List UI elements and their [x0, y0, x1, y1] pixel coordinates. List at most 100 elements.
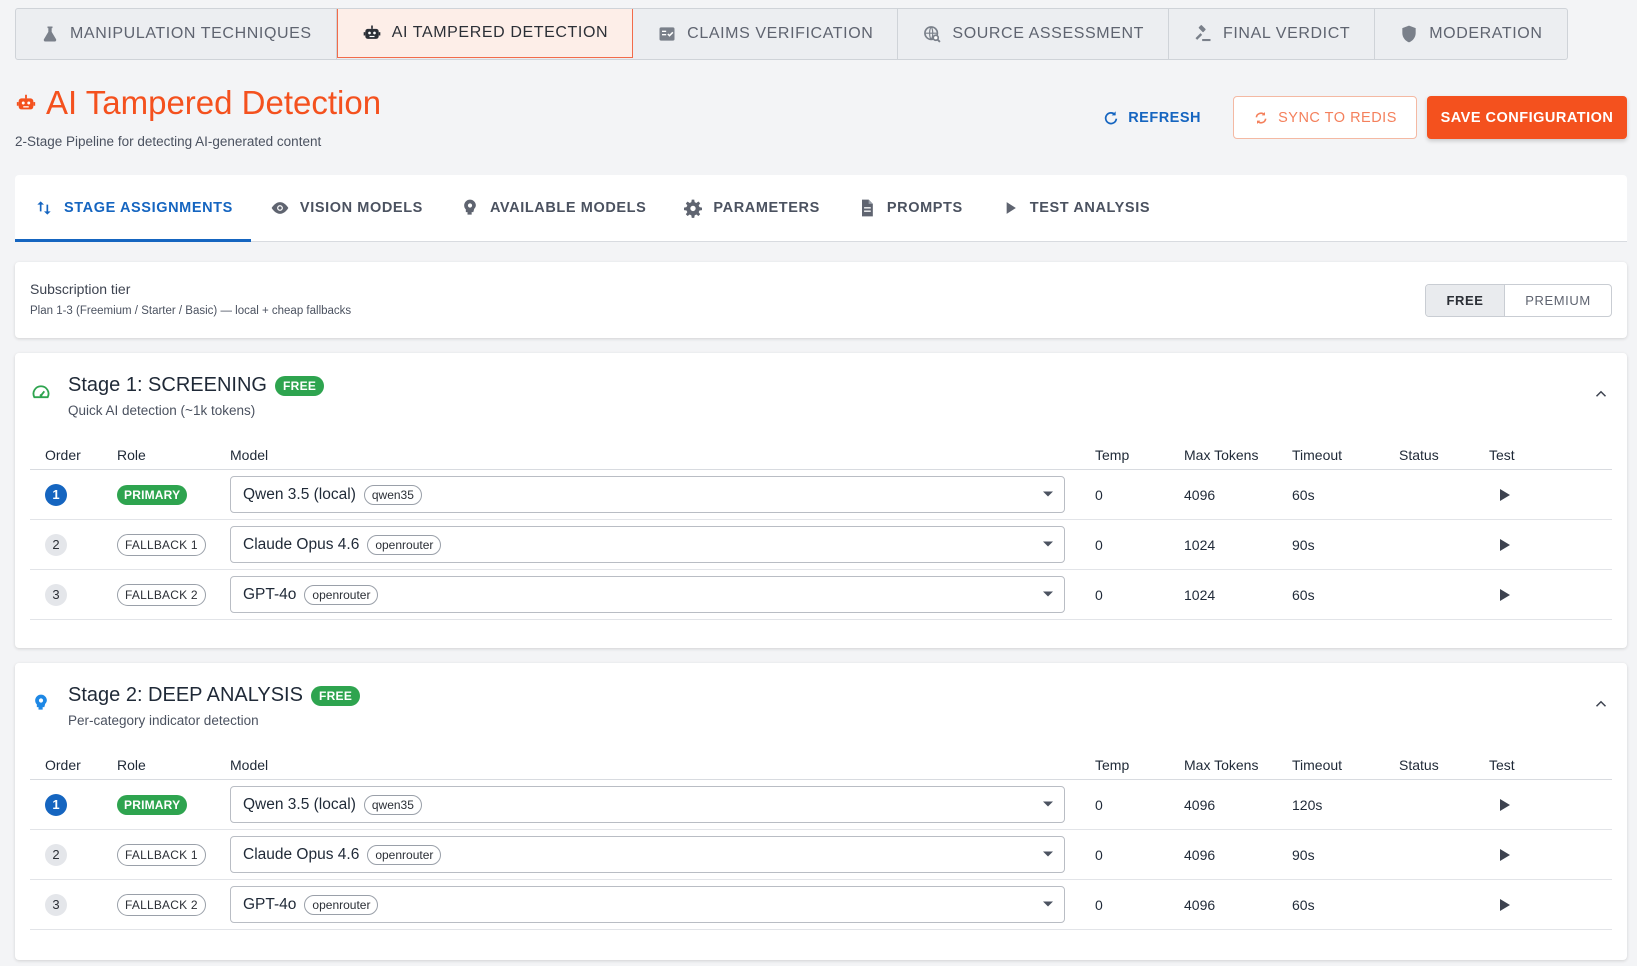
max-tokens-value: 4096 — [1184, 846, 1216, 863]
role-chip: FALLBACK 2 — [117, 583, 206, 606]
model-select[interactable]: Qwen 3.5 (local) qwen35 — [230, 786, 1065, 823]
category-tabs: MANIPULATION TECHNIQUES AI TAMPERED DETE… — [15, 8, 1568, 60]
document-icon — [857, 198, 877, 218]
stage-table: Order Role Model Temp Max Tokens Timeout… — [30, 750, 1612, 930]
tier-premium-option[interactable]: PREMIUM — [1505, 285, 1611, 316]
model-select[interactable]: Qwen 3.5 (local) qwen35 — [230, 476, 1065, 513]
tab-vision-models[interactable]: VISION MODELS — [251, 175, 441, 241]
tab-label: AVAILABLE MODELS — [489, 200, 647, 216]
eye-icon — [270, 198, 290, 218]
caret-down-icon — [1042, 800, 1054, 808]
play-icon[interactable] — [1498, 798, 1512, 812]
tab-moderation[interactable]: MODERATION — [1375, 9, 1566, 59]
stage-title: Stage 2: DEEP ANALYSIS FREE — [68, 684, 361, 707]
tier-badge: FREE — [310, 685, 361, 706]
play-icon[interactable] — [1498, 898, 1512, 912]
order-number: 1 — [45, 793, 67, 816]
caret-down-icon — [1042, 490, 1054, 498]
tab-test-analysis[interactable]: TEST ANALYSIS — [981, 175, 1168, 241]
column-header-test: Test — [1489, 447, 1515, 463]
sub-tabs: STAGE ASSIGNMENTS VISION MODELS AVAILABL… — [15, 175, 1627, 242]
save-configuration-button[interactable]: SAVE CONFIGURATION — [1427, 96, 1627, 139]
tier-free-option[interactable]: FREE — [1426, 285, 1505, 316]
flask-icon — [40, 24, 60, 44]
provider-chip: openrouter — [367, 844, 442, 865]
play-icon[interactable] — [1498, 488, 1512, 502]
tab-manipulation-techniques[interactable]: MANIPULATION TECHNIQUES — [16, 9, 337, 59]
tab-label: VISION MODELS — [299, 200, 423, 216]
column-header-max-tokens: Max Tokens — [1184, 757, 1259, 773]
play-icon[interactable] — [1498, 848, 1512, 862]
timeout-value: 120s — [1292, 796, 1323, 813]
max-tokens-value: 1024 — [1184, 586, 1216, 603]
role-chip: FALLBACK 1 — [117, 843, 206, 866]
subscription-tier-label: Subscription tier — [30, 281, 131, 297]
play-icon[interactable] — [1498, 588, 1512, 602]
refresh-button[interactable]: REFRESH — [1087, 96, 1223, 139]
column-header-order: Order — [45, 757, 81, 773]
model-select[interactable]: GPT-4o openrouter — [230, 886, 1065, 923]
table-row: 1 PRIMARY Qwen 3.5 (local) qwen35 0 4096… — [30, 470, 1612, 520]
temp-value: 0 — [1095, 536, 1103, 553]
column-header-model: Model — [230, 447, 269, 463]
provider-chip: openrouter — [367, 534, 442, 555]
model-select[interactable]: Claude Opus 4.6 openrouter — [230, 836, 1065, 873]
tab-label: MANIPULATION TECHNIQUES — [70, 25, 312, 42]
tab-label: TEST ANALYSIS — [1029, 200, 1151, 216]
refresh-label: REFRESH — [1128, 109, 1201, 126]
tab-ai-tampered-detection[interactable]: AI TAMPERED DETECTION — [336, 9, 634, 58]
page-subtitle: 2-Stage Pipeline for detecting AI-genera… — [15, 134, 322, 149]
max-tokens-value: 4096 — [1184, 796, 1216, 813]
tier-toggle: FREE PREMIUM — [1425, 284, 1612, 317]
role-chip: FALLBACK 1 — [117, 533, 206, 556]
temp-value: 0 — [1095, 486, 1103, 503]
tab-label: SOURCE ASSESSMENT — [952, 25, 1144, 42]
timeout-value: 90s — [1292, 846, 1315, 863]
chevron-up-icon[interactable] — [1592, 385, 1610, 403]
column-header-model: Model — [230, 757, 269, 773]
table-row: 2 FALLBACK 1 Claude Opus 4.6 openrouter … — [30, 830, 1612, 880]
column-header-test: Test — [1489, 757, 1515, 773]
tab-stage-assignments[interactable]: STAGE ASSIGNMENTS — [15, 175, 251, 242]
gavel-icon — [1193, 24, 1213, 44]
order-number: 2 — [45, 533, 67, 556]
column-header-role: Role — [117, 447, 146, 463]
tab-available-models[interactable]: AVAILABLE MODELS — [441, 175, 664, 241]
stage-subtitle: Quick AI detection (~1k tokens) — [68, 403, 256, 418]
stage-title: Stage 1: SCREENING FREE — [68, 374, 325, 397]
column-header-role: Role — [117, 757, 146, 773]
column-header-timeout: Timeout — [1292, 447, 1343, 463]
tab-label: CLAIMS VERIFICATION — [687, 25, 874, 42]
save-label: SAVE CONFIGURATION — [1440, 109, 1614, 126]
column-header-order: Order — [45, 447, 81, 463]
timeout-value: 60s — [1292, 586, 1315, 603]
caret-down-icon — [1042, 900, 1054, 908]
temp-value: 0 — [1095, 796, 1103, 813]
order-number: 2 — [45, 843, 67, 866]
globe-search-icon — [922, 24, 942, 44]
role-chip: FALLBACK 2 — [117, 893, 206, 916]
tab-final-verdict[interactable]: FINAL VERDICT — [1169, 9, 1376, 59]
subscription-tier-description: Plan 1-3 (Freemium / Starter / Basic) — … — [30, 305, 352, 317]
table-row: 1 PRIMARY Qwen 3.5 (local) qwen35 0 4096… — [30, 780, 1612, 830]
swap-vertical-icon — [34, 198, 54, 218]
model-select[interactable]: GPT-4o openrouter — [230, 576, 1065, 613]
tab-label: FINAL VERDICT — [1223, 25, 1351, 42]
chevron-up-icon[interactable] — [1592, 695, 1610, 713]
tab-source-assessment[interactable]: SOURCE ASSESSMENT — [898, 9, 1169, 59]
play-icon[interactable] — [1498, 538, 1512, 552]
tab-prompts[interactable]: PROMPTS — [838, 175, 981, 241]
model-select[interactable]: Claude Opus 4.6 openrouter — [230, 526, 1065, 563]
tab-parameters[interactable]: PARAMETERS — [664, 175, 837, 241]
robot-icon — [15, 92, 37, 114]
header-actions: REFRESH SYNC TO REDIS SAVE CONFIGURATION — [1087, 96, 1627, 139]
stage-card-screening: Stage 1: SCREENING FREE Quick AI detecti… — [15, 353, 1627, 648]
sync-to-redis-button[interactable]: SYNC TO REDIS — [1233, 96, 1417, 139]
stage-title-text: Stage 2: DEEP ANALYSIS — [68, 684, 303, 706]
sync-label: SYNC TO REDIS — [1278, 109, 1397, 126]
provider-chip: qwen35 — [363, 484, 422, 505]
model-name: GPT-4o — [243, 895, 297, 913]
stage-table: Order Role Model Temp Max Tokens Timeout… — [30, 440, 1612, 620]
caret-down-icon — [1042, 850, 1054, 858]
tab-claims-verification[interactable]: CLAIMS VERIFICATION — [633, 9, 899, 59]
